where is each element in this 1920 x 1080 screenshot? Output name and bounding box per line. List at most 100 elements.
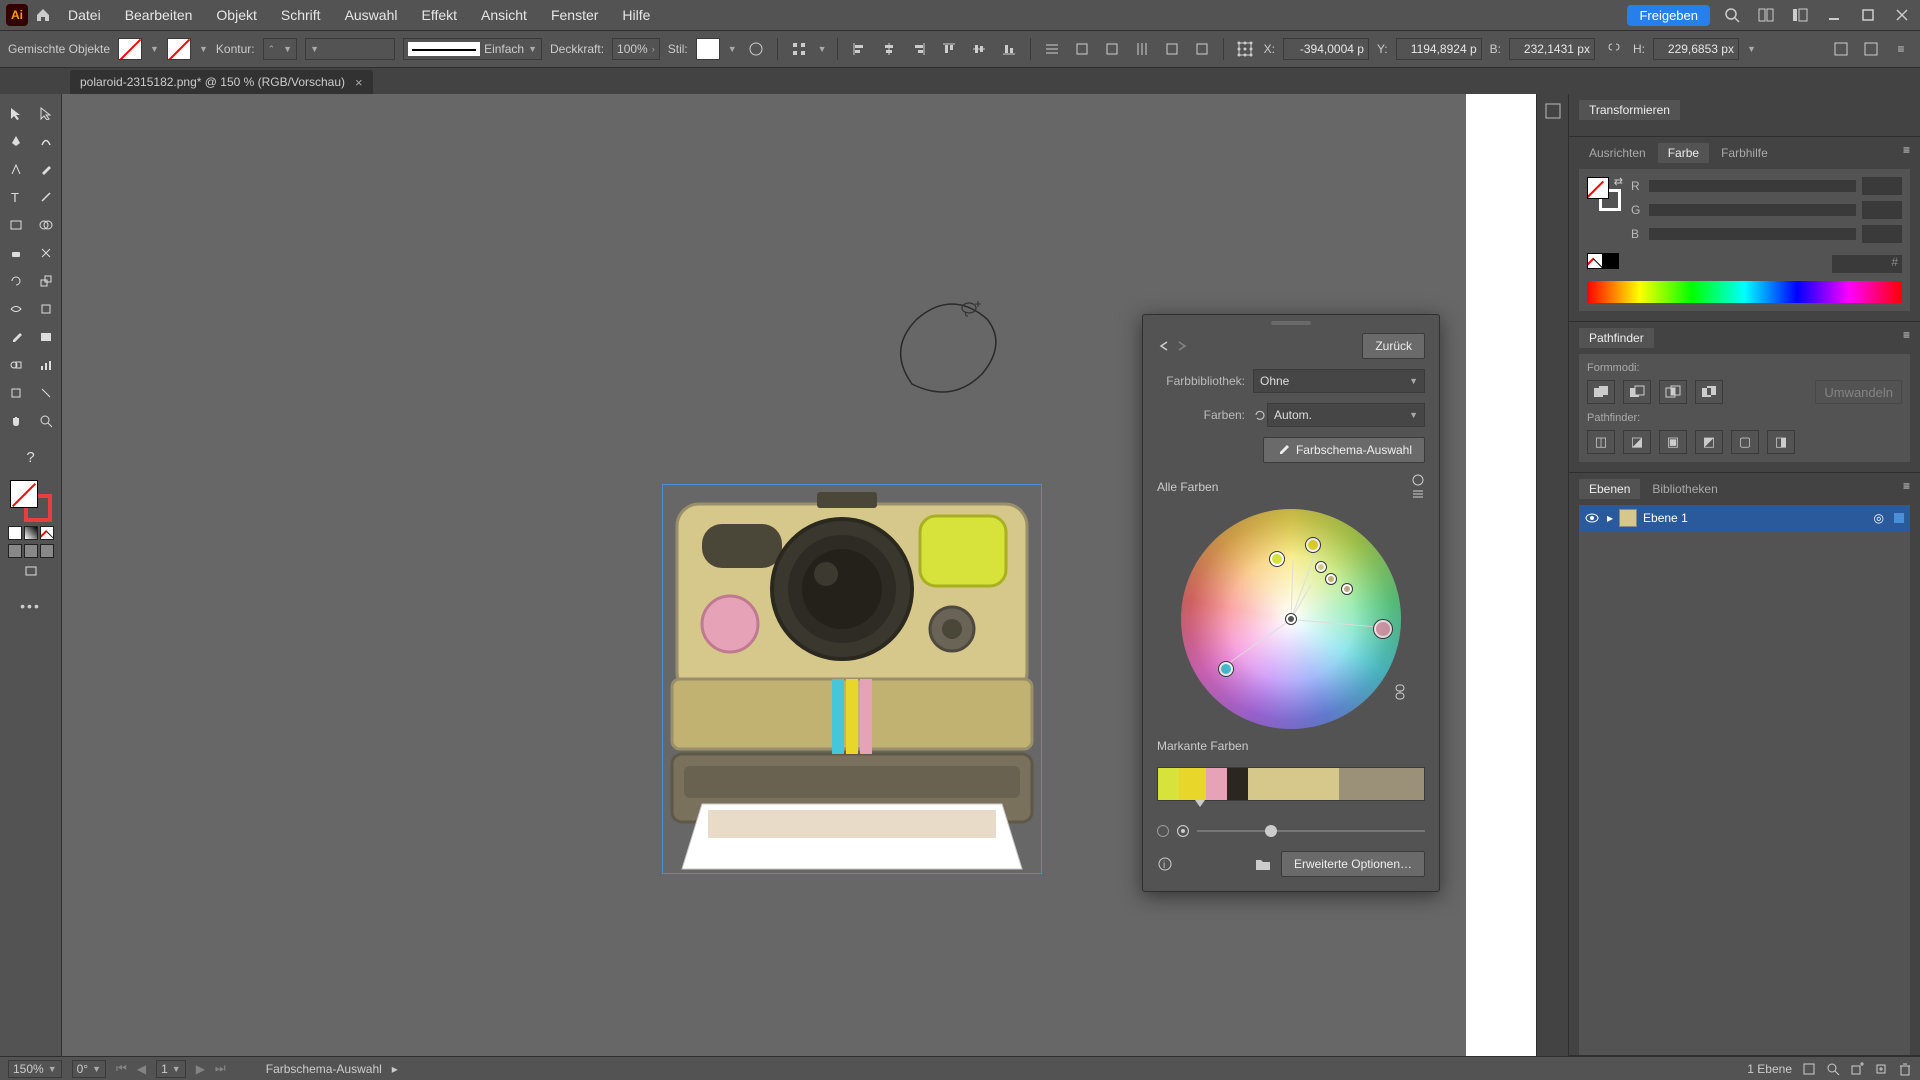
align-vcenter-icon[interactable] (968, 38, 990, 60)
b-slider[interactable] (1649, 228, 1856, 240)
eyedropper-tool[interactable] (2, 324, 30, 350)
panel-menu-icon[interactable]: ≡ (1903, 328, 1910, 348)
colors-select[interactable]: Autom.▼ (1267, 403, 1425, 427)
controlbar-menu-icon[interactable]: ≡ (1890, 38, 1912, 60)
link-harmony-icon[interactable] (1393, 683, 1407, 701)
prominent-swatch[interactable] (1158, 768, 1179, 800)
w-field[interactable] (1509, 38, 1595, 60)
wheel-view-icon[interactable] (1411, 473, 1425, 487)
stroke-swatch[interactable] (167, 38, 191, 60)
layer-row[interactable]: ▸ Ebene 1 ◎ (1579, 505, 1910, 531)
target-icon[interactable]: ◎ (1874, 511, 1884, 525)
screen-mode-swatches[interactable] (8, 544, 54, 558)
library-select[interactable]: Ohne▼ (1253, 369, 1425, 393)
close-icon[interactable] (1890, 3, 1914, 27)
line-segment-tool[interactable] (32, 184, 60, 210)
rectangle-tool[interactable] (2, 212, 30, 238)
intersect-icon[interactable] (1659, 380, 1687, 404)
maximize-icon[interactable] (1856, 3, 1880, 27)
color-wheel[interactable] (1181, 509, 1401, 729)
layer-name[interactable]: Ebene 1 (1643, 511, 1688, 525)
align-hcenter-icon[interactable] (878, 38, 900, 60)
visibility-icon[interactable] (1585, 513, 1601, 523)
color-mode-swatches[interactable] (8, 526, 54, 540)
graphic-style-swatch[interactable] (696, 38, 720, 60)
swap-fill-stroke-icon[interactable]: ⇄ (1614, 175, 1623, 188)
expand-button[interactable]: Umwandeln (1815, 380, 1902, 404)
status-menu-icon[interactable]: ▸ (392, 1062, 398, 1076)
saturation-slider[interactable] (1197, 830, 1425, 832)
free-transform-tool[interactable] (32, 296, 60, 322)
menu-effekt[interactable]: Effekt (411, 7, 467, 23)
undo-icon[interactable] (1157, 338, 1173, 354)
color-theme-picker-button[interactable]: Farbschema-Auswahl (1263, 437, 1425, 463)
workspace-switcher-icon[interactable] (1788, 3, 1812, 27)
menu-auswahl[interactable]: Auswahl (335, 7, 408, 23)
artboard-field[interactable]: 1▼ (156, 1060, 186, 1078)
menu-objekt[interactable]: Objekt (206, 7, 266, 23)
colors-refresh-icon[interactable] (1253, 408, 1267, 422)
advanced-options-button[interactable]: Erweiterte Optionen… (1281, 851, 1425, 877)
brush-definition[interactable]: Einfach▼ (403, 38, 542, 60)
direct-selection-tool[interactable] (32, 100, 60, 126)
trim-icon[interactable]: ◪ (1623, 430, 1651, 454)
link-wh-icon[interactable] (1603, 38, 1625, 60)
distribute-right-icon[interactable] (1191, 38, 1213, 60)
y-field[interactable] (1396, 38, 1482, 60)
selection-tool[interactable] (2, 100, 30, 126)
g-slider[interactable] (1649, 204, 1856, 216)
b-value[interactable] (1862, 225, 1902, 243)
artboard-next-icon[interactable]: ▶ (196, 1062, 205, 1076)
distribute-left-icon[interactable] (1131, 38, 1153, 60)
shape-builder-tool[interactable] (32, 212, 60, 238)
panel-menu-icon[interactable]: ≡ (1903, 479, 1910, 499)
tab-layers[interactable]: Ebenen (1579, 479, 1640, 499)
canvas[interactable]: Zurück Farbbibliothek: Ohne▼ Farben: Aut… (62, 94, 1536, 1056)
panel-fill-swatch[interactable] (1587, 177, 1609, 199)
bw-swatches[interactable] (1587, 253, 1619, 269)
align-panel-icon[interactable] (788, 38, 810, 60)
list-view-icon[interactable] (1411, 487, 1425, 501)
merge-icon[interactable]: ▣ (1659, 430, 1687, 454)
locate-layer-icon[interactable] (1802, 1062, 1816, 1076)
pen-tool-2[interactable] (2, 156, 30, 182)
prominent-swatch[interactable] (1179, 768, 1206, 800)
rotation-field[interactable]: 0°▼ (72, 1060, 106, 1078)
toolbar-more-icon[interactable]: ••• (20, 598, 41, 614)
tab-pathfinder[interactable]: Pathfinder (1579, 328, 1654, 348)
paintbrush-tool[interactable] (32, 156, 60, 182)
fill-color-swatch[interactable] (10, 480, 38, 508)
blend-tool[interactable] (2, 352, 30, 378)
prominent-swatch[interactable] (1227, 768, 1248, 800)
tab-colorguide[interactable]: Farbhilfe (1711, 143, 1778, 163)
redo-icon[interactable] (1173, 338, 1189, 354)
minimize-icon[interactable] (1822, 3, 1846, 27)
distribute-hcenter-icon[interactable] (1161, 38, 1183, 60)
r-slider[interactable] (1649, 180, 1856, 192)
rotate-tool[interactable] (2, 268, 30, 294)
minus-back-icon[interactable]: ◨ (1767, 430, 1795, 454)
stroke-weight-field[interactable]: ⌃▼ (263, 38, 297, 60)
distribute-bottom-icon[interactable] (1101, 38, 1123, 60)
prominent-swatch[interactable] (1206, 768, 1227, 800)
find-layer-icon[interactable] (1826, 1062, 1840, 1076)
var-width-profile[interactable]: ▼ (305, 38, 395, 60)
prominent-swatches[interactable] (1157, 767, 1425, 801)
new-layer-icon[interactable] (1874, 1062, 1888, 1076)
panel-grip[interactable] (1271, 321, 1311, 325)
artboard-tool[interactable] (2, 380, 30, 406)
hex-field[interactable]: # (1832, 255, 1902, 273)
r-value[interactable] (1862, 177, 1902, 195)
panel-menu-icon[interactable]: ≡ (1903, 143, 1910, 163)
new-sublayer-icon[interactable] (1850, 1062, 1864, 1076)
type-tool[interactable]: T (2, 184, 30, 210)
distribute-vcenter-icon[interactable] (1071, 38, 1093, 60)
info-icon[interactable]: i (1157, 856, 1173, 872)
scale-tool[interactable] (32, 268, 60, 294)
opacity-field[interactable]: 100%› (612, 38, 660, 60)
align-right-icon[interactable] (908, 38, 930, 60)
hand-tool[interactable] (2, 408, 30, 434)
menu-datei[interactable]: Datei (58, 7, 111, 23)
divide-icon[interactable]: ◫ (1587, 430, 1615, 454)
menu-bearbeiten[interactable]: Bearbeiten (115, 7, 203, 23)
